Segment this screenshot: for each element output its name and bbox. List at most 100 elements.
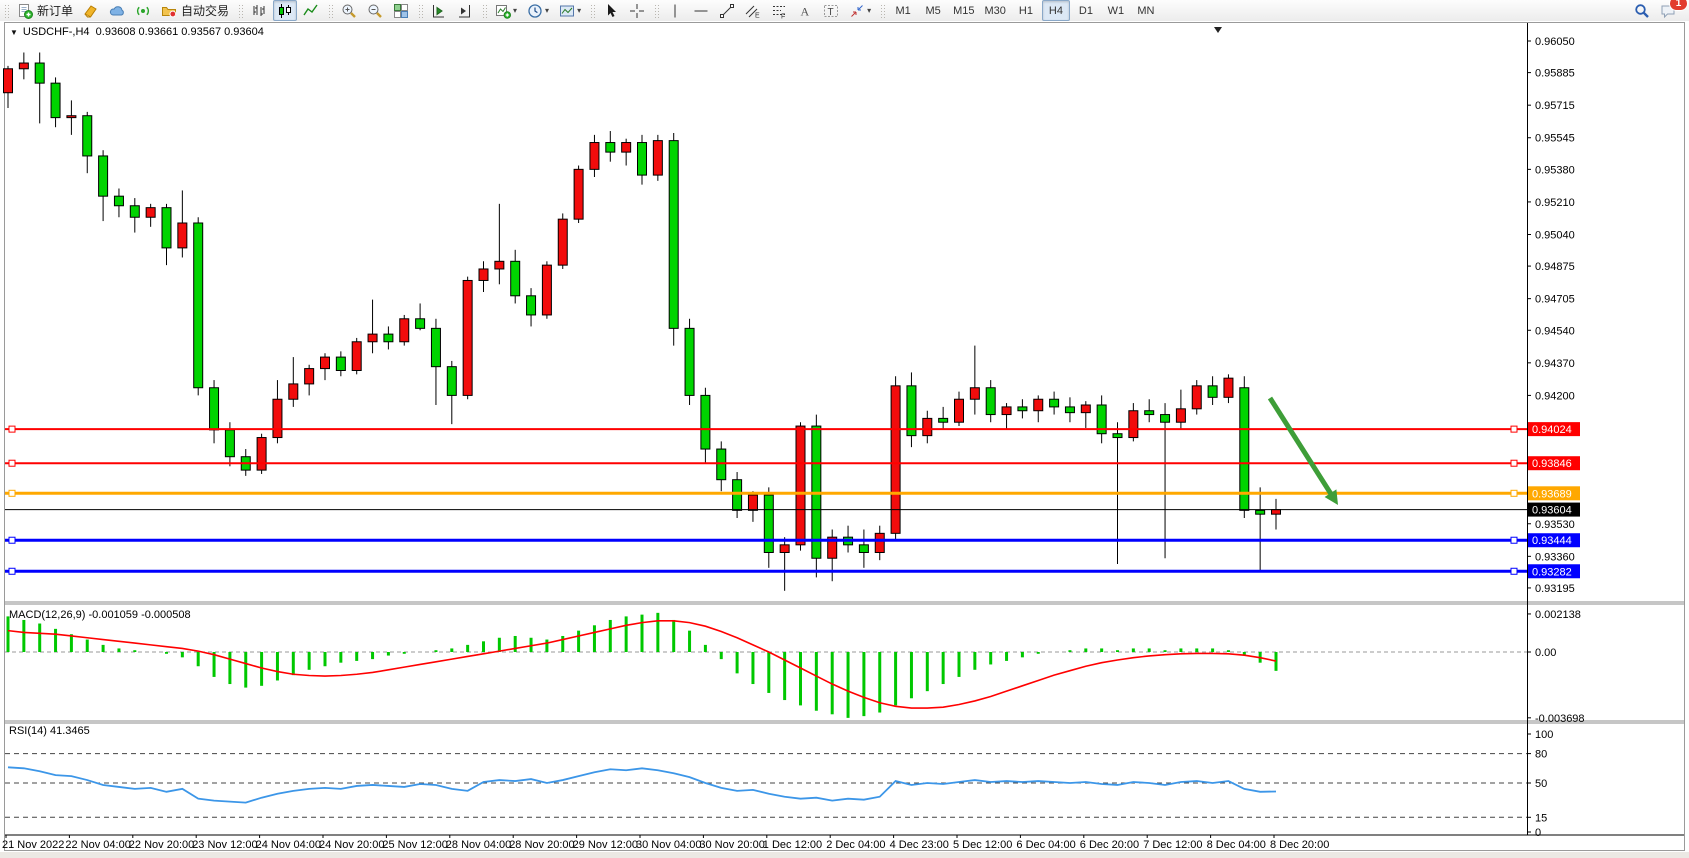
dropdown-caret-icon[interactable]: ▾	[513, 6, 517, 15]
candle-down	[51, 83, 60, 117]
macd-name: MACD(12,26,9)	[9, 609, 85, 621]
new-order-button[interactable]: 新订单	[13, 0, 77, 21]
price-tick-label: 0.95040	[1535, 229, 1575, 241]
toolbar-group-handle[interactable]	[4, 4, 9, 18]
macd-main-value: -0.001059	[88, 609, 138, 621]
candle-up	[289, 384, 298, 399]
chart-shift-icon	[457, 3, 473, 19]
new-chart-button[interactable]: ▾	[491, 0, 521, 21]
hline-drag-handle[interactable]	[1511, 568, 1517, 574]
timeframe-button-m5[interactable]: M5	[919, 0, 947, 21]
candle-down	[1208, 386, 1217, 397]
hline-drag-handle[interactable]	[9, 426, 15, 432]
community-button[interactable]	[105, 0, 129, 21]
time-axis-label: 23 Nov 12:00	[192, 839, 257, 851]
auto-scroll-button[interactable]	[427, 0, 451, 21]
equidistant-channel-button[interactable]: E	[741, 0, 765, 21]
toolbar-group-handle[interactable]	[590, 4, 595, 18]
chart-background	[0, 21, 1689, 852]
dropdown-caret-icon[interactable]: ▾	[545, 6, 549, 15]
timeframe-button-m30[interactable]: M30	[981, 0, 1010, 21]
toolbar-group-handle[interactable]	[418, 4, 423, 18]
zoom-in-button[interactable]	[337, 0, 361, 21]
candle-up	[622, 143, 631, 153]
text-button[interactable]: A	[793, 0, 817, 21]
candlestick-chart-button[interactable]	[273, 0, 297, 21]
cloud-icon	[109, 3, 125, 19]
tile-windows-button[interactable]	[389, 0, 413, 21]
horizontal-line-button[interactable]	[689, 0, 713, 21]
price-tick-label: 0.94370	[1535, 358, 1575, 370]
highlight-tool-button[interactable]	[79, 0, 103, 21]
timeframe-button-d1[interactable]: D1	[1072, 0, 1100, 21]
main-toolbar: 新订单自动交易▾▾▾EFAT▾M1M5M15M30H1H4D1W1MN1	[0, 0, 1689, 22]
signals-button[interactable]	[131, 0, 155, 21]
fibonacci-icon: F	[771, 3, 787, 19]
collapse-triangle-icon[interactable]: ▼	[10, 28, 18, 37]
crosshair-button[interactable]	[625, 0, 649, 21]
toolbar-group-handle[interactable]	[328, 4, 333, 18]
timeframe-button-h1[interactable]: H1	[1012, 0, 1040, 21]
price-tick-label: 0.95545	[1535, 133, 1575, 145]
zoom-out-button[interactable]	[363, 0, 387, 21]
candle-up	[1034, 399, 1043, 410]
text-label-button[interactable]: T	[819, 0, 843, 21]
candle-down	[669, 141, 678, 329]
toolbar-group-handle[interactable]	[880, 4, 885, 18]
trendline-icon	[719, 3, 735, 19]
price-chart-canvas[interactable]: 0.940240.938460.936890.934440.932820.936…	[0, 21, 1689, 852]
time-axis-label: 22 Nov 20:00	[129, 839, 194, 851]
candle-down	[986, 388, 995, 415]
candle-up	[305, 369, 314, 384]
price-axis-label: 0.93846	[1532, 458, 1572, 470]
cursor-button[interactable]	[599, 0, 623, 21]
fibonacci-button[interactable]: F	[767, 0, 791, 21]
line-chart-button[interactable]	[299, 0, 323, 21]
candle-down	[1161, 415, 1170, 423]
arrows-button[interactable]: ▾	[845, 0, 875, 21]
timeframe-button-w1[interactable]: W1	[1102, 0, 1130, 21]
price-tick-label: 0.95885	[1535, 68, 1575, 80]
price-tick-label: 0.95380	[1535, 164, 1575, 176]
hline-drag-handle[interactable]	[1511, 460, 1517, 466]
candle-up	[1129, 411, 1138, 438]
dropdown-caret-icon[interactable]: ▾	[867, 6, 871, 15]
candle-up	[748, 495, 757, 510]
hline-drag-handle[interactable]	[1511, 426, 1517, 432]
mt4-terminal-window: 新订单自动交易▾▾▾EFAT▾M1M5M15M30H1H4D1W1MN1 0.9…	[0, 0, 1689, 858]
candle-down	[1018, 407, 1027, 411]
timeframe-button-h4[interactable]: H4	[1042, 0, 1070, 21]
chart-shift-button[interactable]	[453, 0, 477, 21]
hline-drag-handle[interactable]	[9, 537, 15, 543]
templates-button[interactable]: ▾	[555, 0, 585, 21]
rsi-axis-label: 50	[1535, 778, 1547, 790]
candle-down	[99, 156, 108, 196]
cursor-icon	[603, 3, 619, 19]
time-axis-label: 28 Nov 04:00	[446, 839, 511, 851]
search-button[interactable]	[1630, 0, 1654, 21]
toolbar-group-handle[interactable]	[238, 4, 243, 18]
hline-drag-handle[interactable]	[1511, 537, 1517, 543]
candle-down	[685, 328, 694, 395]
timeframe-button-m15[interactable]: M15	[949, 0, 978, 21]
dropdown-caret-icon[interactable]: ▾	[577, 6, 581, 15]
hline-drag-handle[interactable]	[9, 490, 15, 496]
auto-trading-button[interactable]: 自动交易	[157, 0, 233, 21]
toolbar-group-handle[interactable]	[654, 4, 659, 18]
periods-button[interactable]: ▾	[523, 0, 553, 21]
vertical-line-button[interactable]	[663, 0, 687, 21]
hline-drag-handle[interactable]	[9, 568, 15, 574]
hline-drag-handle[interactable]	[1511, 490, 1517, 496]
signal-icon	[135, 3, 151, 19]
trendline-button[interactable]	[715, 0, 739, 21]
hline-drag-handle[interactable]	[9, 460, 15, 466]
timeframe-button-m1[interactable]: M1	[889, 0, 917, 21]
line-chart-icon	[303, 3, 319, 19]
tile-windows-icon	[393, 3, 409, 19]
toolbar-group-handle[interactable]	[482, 4, 487, 18]
candle-down	[162, 208, 171, 248]
marker-icon	[83, 3, 99, 19]
bar-chart-button[interactable]	[247, 0, 271, 21]
auto-scroll-icon	[431, 3, 447, 19]
timeframe-button-mn[interactable]: MN	[1132, 0, 1160, 21]
